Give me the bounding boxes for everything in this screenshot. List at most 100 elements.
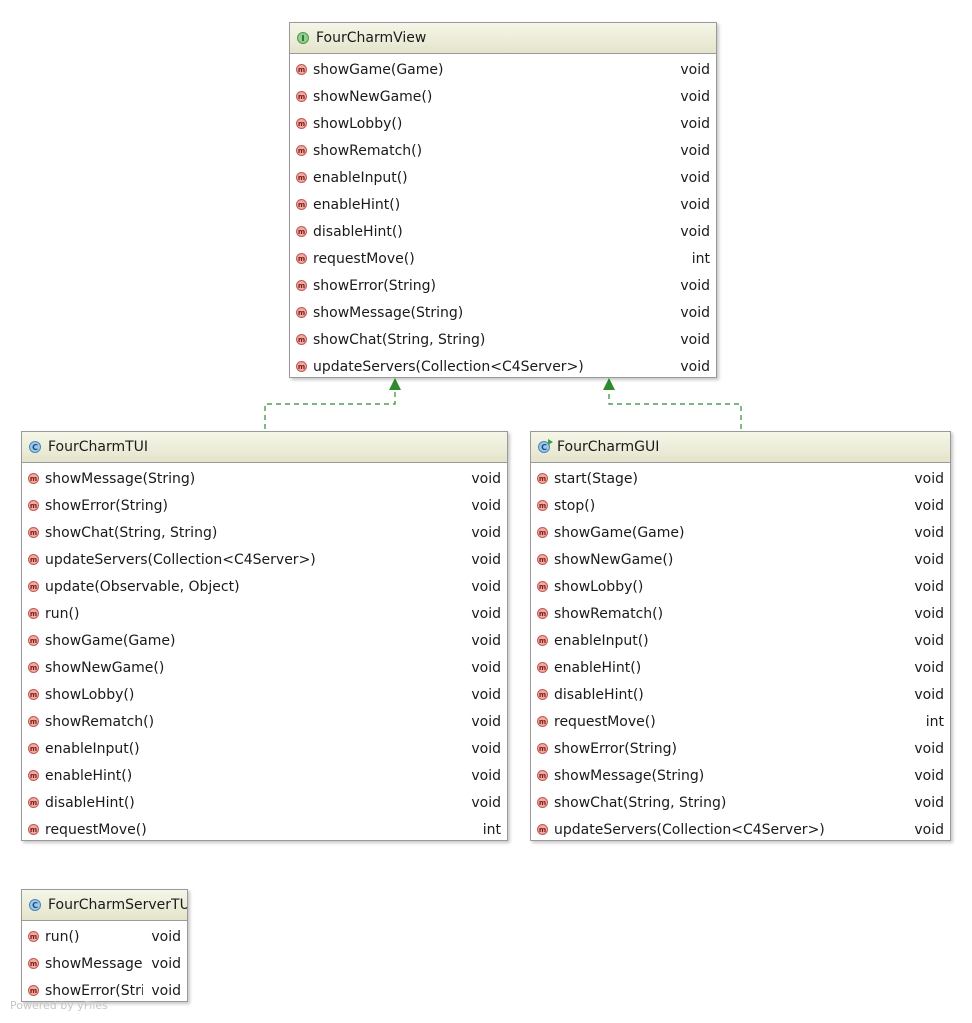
method-icon: m: [28, 985, 39, 996]
class-name: FourCharmGUI: [557, 439, 660, 455]
method-return-type: void: [471, 740, 501, 757]
realization-arrowhead: [603, 378, 615, 390]
method-return-type: void: [151, 928, 181, 945]
method-return-type: void: [914, 632, 944, 649]
method-row[interactable]: m enableHint() void: [290, 191, 716, 218]
method-signature: requestMove(): [313, 250, 415, 267]
method-icon: m: [296, 361, 307, 372]
method-signature: showError(String): [554, 740, 678, 757]
method-row[interactable]: m start(Stage) void: [531, 465, 950, 492]
method-row[interactable]: m showNewGame() void: [22, 654, 507, 681]
method-icon: m: [28, 797, 39, 808]
method-signature: showNewGame(): [313, 88, 433, 105]
method-return-type: void: [914, 740, 944, 757]
method-row[interactable]: m requestMove() int: [531, 708, 950, 735]
method-row[interactable]: m update(Observable, Object) void: [22, 573, 507, 600]
method-signature: stop(): [554, 497, 596, 514]
method-row[interactable]: m enableInput() void: [22, 735, 507, 762]
realization-gui-to-view: [603, 378, 742, 429]
method-row[interactable]: m showNewGame() void: [290, 83, 716, 110]
method-row[interactable]: m stop() void: [531, 492, 950, 519]
method-return-type: int: [691, 250, 710, 267]
method-list: m showGame(Game) void m showNewGame() void m sh…: [290, 54, 716, 377]
method-row[interactable]: m run() void: [22, 600, 507, 627]
method-signature: showMessage(String): [45, 470, 196, 487]
method-row[interactable]: m disableHint() void: [22, 789, 507, 816]
method-signature: updateServers(Collection<C4Server>): [313, 358, 584, 375]
method-row[interactable]: m showLobby() void: [22, 681, 507, 708]
method-row[interactable]: m updateServers(Collection<C4Server>) void: [531, 816, 950, 840]
method-row[interactable]: m showError(String) void: [290, 272, 716, 299]
method-icon: m: [28, 527, 39, 538]
class-fourcharmgui[interactable]: C FourCharmGUI m start(Stage) void m stop() v…: [530, 431, 951, 841]
method-icon: m: [28, 958, 39, 969]
method-row[interactable]: m run() void: [22, 923, 187, 950]
method-icon: m: [296, 118, 307, 129]
method-return-type: void: [680, 169, 710, 186]
method-row[interactable]: m showMessage(String) void: [531, 762, 950, 789]
method-icon: m: [537, 797, 548, 808]
method-row[interactable]: m showRematch() void: [290, 137, 716, 164]
method-signature: showLobby(): [554, 578, 644, 595]
method-row[interactable]: m disableHint() void: [290, 218, 716, 245]
method-signature: showNewGame(): [45, 659, 165, 676]
method-icon: m: [296, 91, 307, 102]
method-signature: run(): [45, 605, 80, 622]
method-return-type: void: [914, 821, 944, 838]
method-icon: m: [296, 280, 307, 291]
method-row[interactable]: m showChat(String, String) void: [531, 789, 950, 816]
method-row[interactable]: m showGame(Game) void: [531, 519, 950, 546]
method-row[interactable]: m updateServers(Collection<C4Server>) void: [290, 353, 716, 377]
method-list: m start(Stage) void m stop() void m showGame(Ga…: [531, 463, 950, 840]
method-row[interactable]: m showLobby() void: [290, 110, 716, 137]
method-row[interactable]: m updateServers(Collection<C4Server>) void: [22, 546, 507, 573]
method-row[interactable]: m showChat(String, String) void: [290, 326, 716, 353]
method-row[interactable]: m showMessage(String) void: [290, 299, 716, 326]
method-icon: m: [296, 307, 307, 318]
method-row[interactable]: m showNewGame() void: [531, 546, 950, 573]
method-signature: showChat(String, String): [313, 331, 486, 348]
method-icon: m: [296, 253, 307, 264]
method-signature: showMessage(String): [554, 767, 705, 784]
method-row[interactable]: m showError(String) void: [531, 735, 950, 762]
method-return-type: void: [471, 524, 501, 541]
class-icon: C: [29, 899, 41, 911]
method-signature: disableHint(): [45, 794, 135, 811]
method-icon: m: [28, 581, 39, 592]
method-return-type: void: [680, 142, 710, 159]
method-row[interactable]: m showMessage(String) void: [22, 950, 187, 977]
method-return-type: void: [914, 470, 944, 487]
method-row[interactable]: m requestMove() int: [290, 245, 716, 272]
method-list: m showMessage(String) void m showError(Strin…: [22, 463, 507, 840]
method-row[interactable]: m enableInput() void: [290, 164, 716, 191]
method-return-type: void: [471, 470, 501, 487]
method-row[interactable]: m showMessage(String) void: [22, 465, 507, 492]
method-return-type: void: [680, 358, 710, 375]
method-row[interactable]: m showError(String) void: [22, 492, 507, 519]
method-row[interactable]: m showGame(Game) void: [290, 56, 716, 83]
method-row[interactable]: m requestMove() int: [22, 816, 507, 840]
method-row[interactable]: m enableHint() void: [531, 654, 950, 681]
method-row[interactable]: m showLobby() void: [531, 573, 950, 600]
method-row[interactable]: m enableHint() void: [22, 762, 507, 789]
method-row[interactable]: m showGame(Game) void: [22, 627, 507, 654]
method-icon: m: [537, 689, 548, 700]
method-icon: m: [537, 743, 548, 754]
method-row[interactable]: m disableHint() void: [531, 681, 950, 708]
interface-fourcharmview[interactable]: I FourCharmView m showGame(Game) void m show…: [289, 22, 717, 378]
method-signature: showChat(String, String): [45, 524, 218, 541]
method-signature: enableHint(): [313, 196, 401, 213]
watermark: Powered by yFiles: [10, 999, 108, 1012]
class-fourcharmtui[interactable]: C FourCharmTUI m showMessage(String) void m…: [21, 431, 508, 841]
class-name: FourCharmView: [316, 30, 427, 46]
method-row[interactable]: m showRematch() void: [531, 600, 950, 627]
method-icon: m: [296, 64, 307, 75]
method-row[interactable]: m showRematch() void: [22, 708, 507, 735]
method-icon: m: [537, 824, 548, 835]
realization-tui-to-view: [264, 378, 401, 429]
class-fourcharmservertui[interactable]: C FourCharmServerTUI m run() void m showMess…: [21, 889, 188, 1002]
method-row[interactable]: m showChat(String, String) void: [22, 519, 507, 546]
runnable-class-icon: C: [538, 439, 553, 453]
method-signature: enableInput(): [45, 740, 140, 757]
method-row[interactable]: m enableInput() void: [531, 627, 950, 654]
